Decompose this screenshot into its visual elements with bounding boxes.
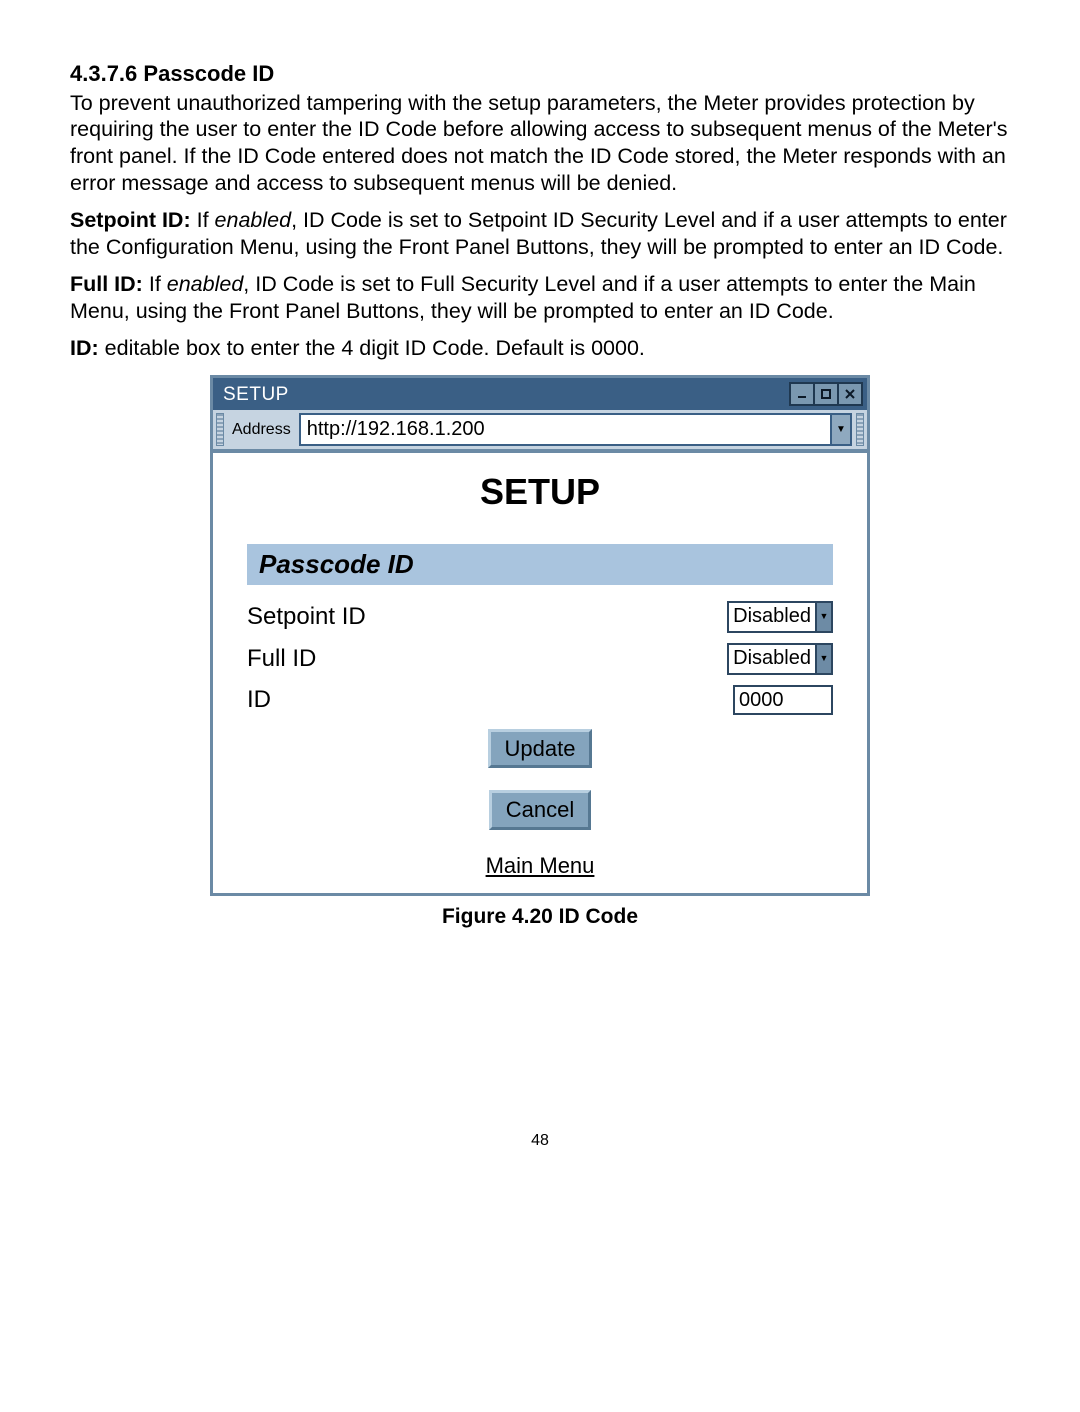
fullid-enabled: enabled [167,272,244,296]
setpoint-if: If [197,208,215,232]
setpoint-id-value: Disabled [729,603,815,631]
setpoint-enabled: enabled [215,208,292,232]
setpoint-paragraph: Setpoint ID: If enabled, ID Code is set … [70,207,1010,261]
row-id: ID 0000 [247,685,833,715]
titlebar: SETUP [213,378,867,410]
id-input[interactable]: 0000 [733,685,833,715]
panel-heading: Passcode ID [247,544,833,585]
address-dropdown-icon[interactable]: ▼ [830,413,852,446]
setpoint-id-label: Setpoint ID [247,602,366,632]
id-term: ID: [70,336,99,360]
fullid-if: If [149,272,167,296]
close-icon[interactable] [837,382,863,406]
setpoint-id-select[interactable]: Disabled ▼ [727,601,833,633]
setup-window-figure: SETUP Address http://192.168.1.200 ▼ [210,375,870,896]
address-label: Address [228,413,295,446]
intro-paragraph: To prevent unauthorized tampering with t… [70,90,1010,198]
toolbar-grip-icon [856,413,864,446]
form-rows: Setpoint ID Disabled ▼ Full ID Disabled … [247,601,833,715]
full-id-value: Disabled [729,645,815,673]
client-area: SETUP Passcode ID Setpoint ID Disabled ▼… [213,451,867,893]
id-paragraph: ID: editable box to enter the 4 digit ID… [70,335,1010,362]
minimize-icon[interactable] [789,382,815,406]
chevron-down-icon: ▼ [815,645,831,673]
full-id-label: Full ID [247,644,316,674]
update-button[interactable]: Update [488,729,593,769]
id-label: ID [247,685,271,715]
chevron-down-icon: ▼ [815,603,831,631]
page-heading: SETUP [217,469,863,514]
main-menu-link[interactable]: Main Menu [486,852,595,880]
cancel-button[interactable]: Cancel [489,790,591,830]
toolbar-grip-icon [216,413,224,446]
section-number: 4.3.7.6 [70,61,137,86]
section-heading: 4.3.7.6 Passcode ID [70,60,1010,88]
page-number: 48 [70,1131,1010,1151]
address-bar: Address http://192.168.1.200 ▼ [213,410,867,451]
figure-caption: Figure 4.20 ID Code [70,904,1010,930]
button-stack: Update Cancel Main Menu [217,729,863,880]
section-title: Passcode ID [143,61,274,86]
maximize-icon[interactable] [813,382,839,406]
row-full-id: Full ID Disabled ▼ [247,643,833,675]
fullid-term: Full ID: [70,272,143,296]
full-id-select[interactable]: Disabled ▼ [727,643,833,675]
id-rest: editable box to enter the 4 digit ID Cod… [105,336,645,360]
window-title: SETUP [223,383,289,407]
window-controls [791,382,863,406]
setpoint-term: Setpoint ID: [70,208,191,232]
address-input[interactable]: http://192.168.1.200 [299,413,830,446]
fullid-paragraph: Full ID: If enabled, ID Code is set to F… [70,271,1010,325]
address-field-wrap: http://192.168.1.200 ▼ [299,413,852,446]
setup-window: SETUP Address http://192.168.1.200 ▼ [210,375,870,896]
row-setpoint-id: Setpoint ID Disabled ▼ [247,601,833,633]
